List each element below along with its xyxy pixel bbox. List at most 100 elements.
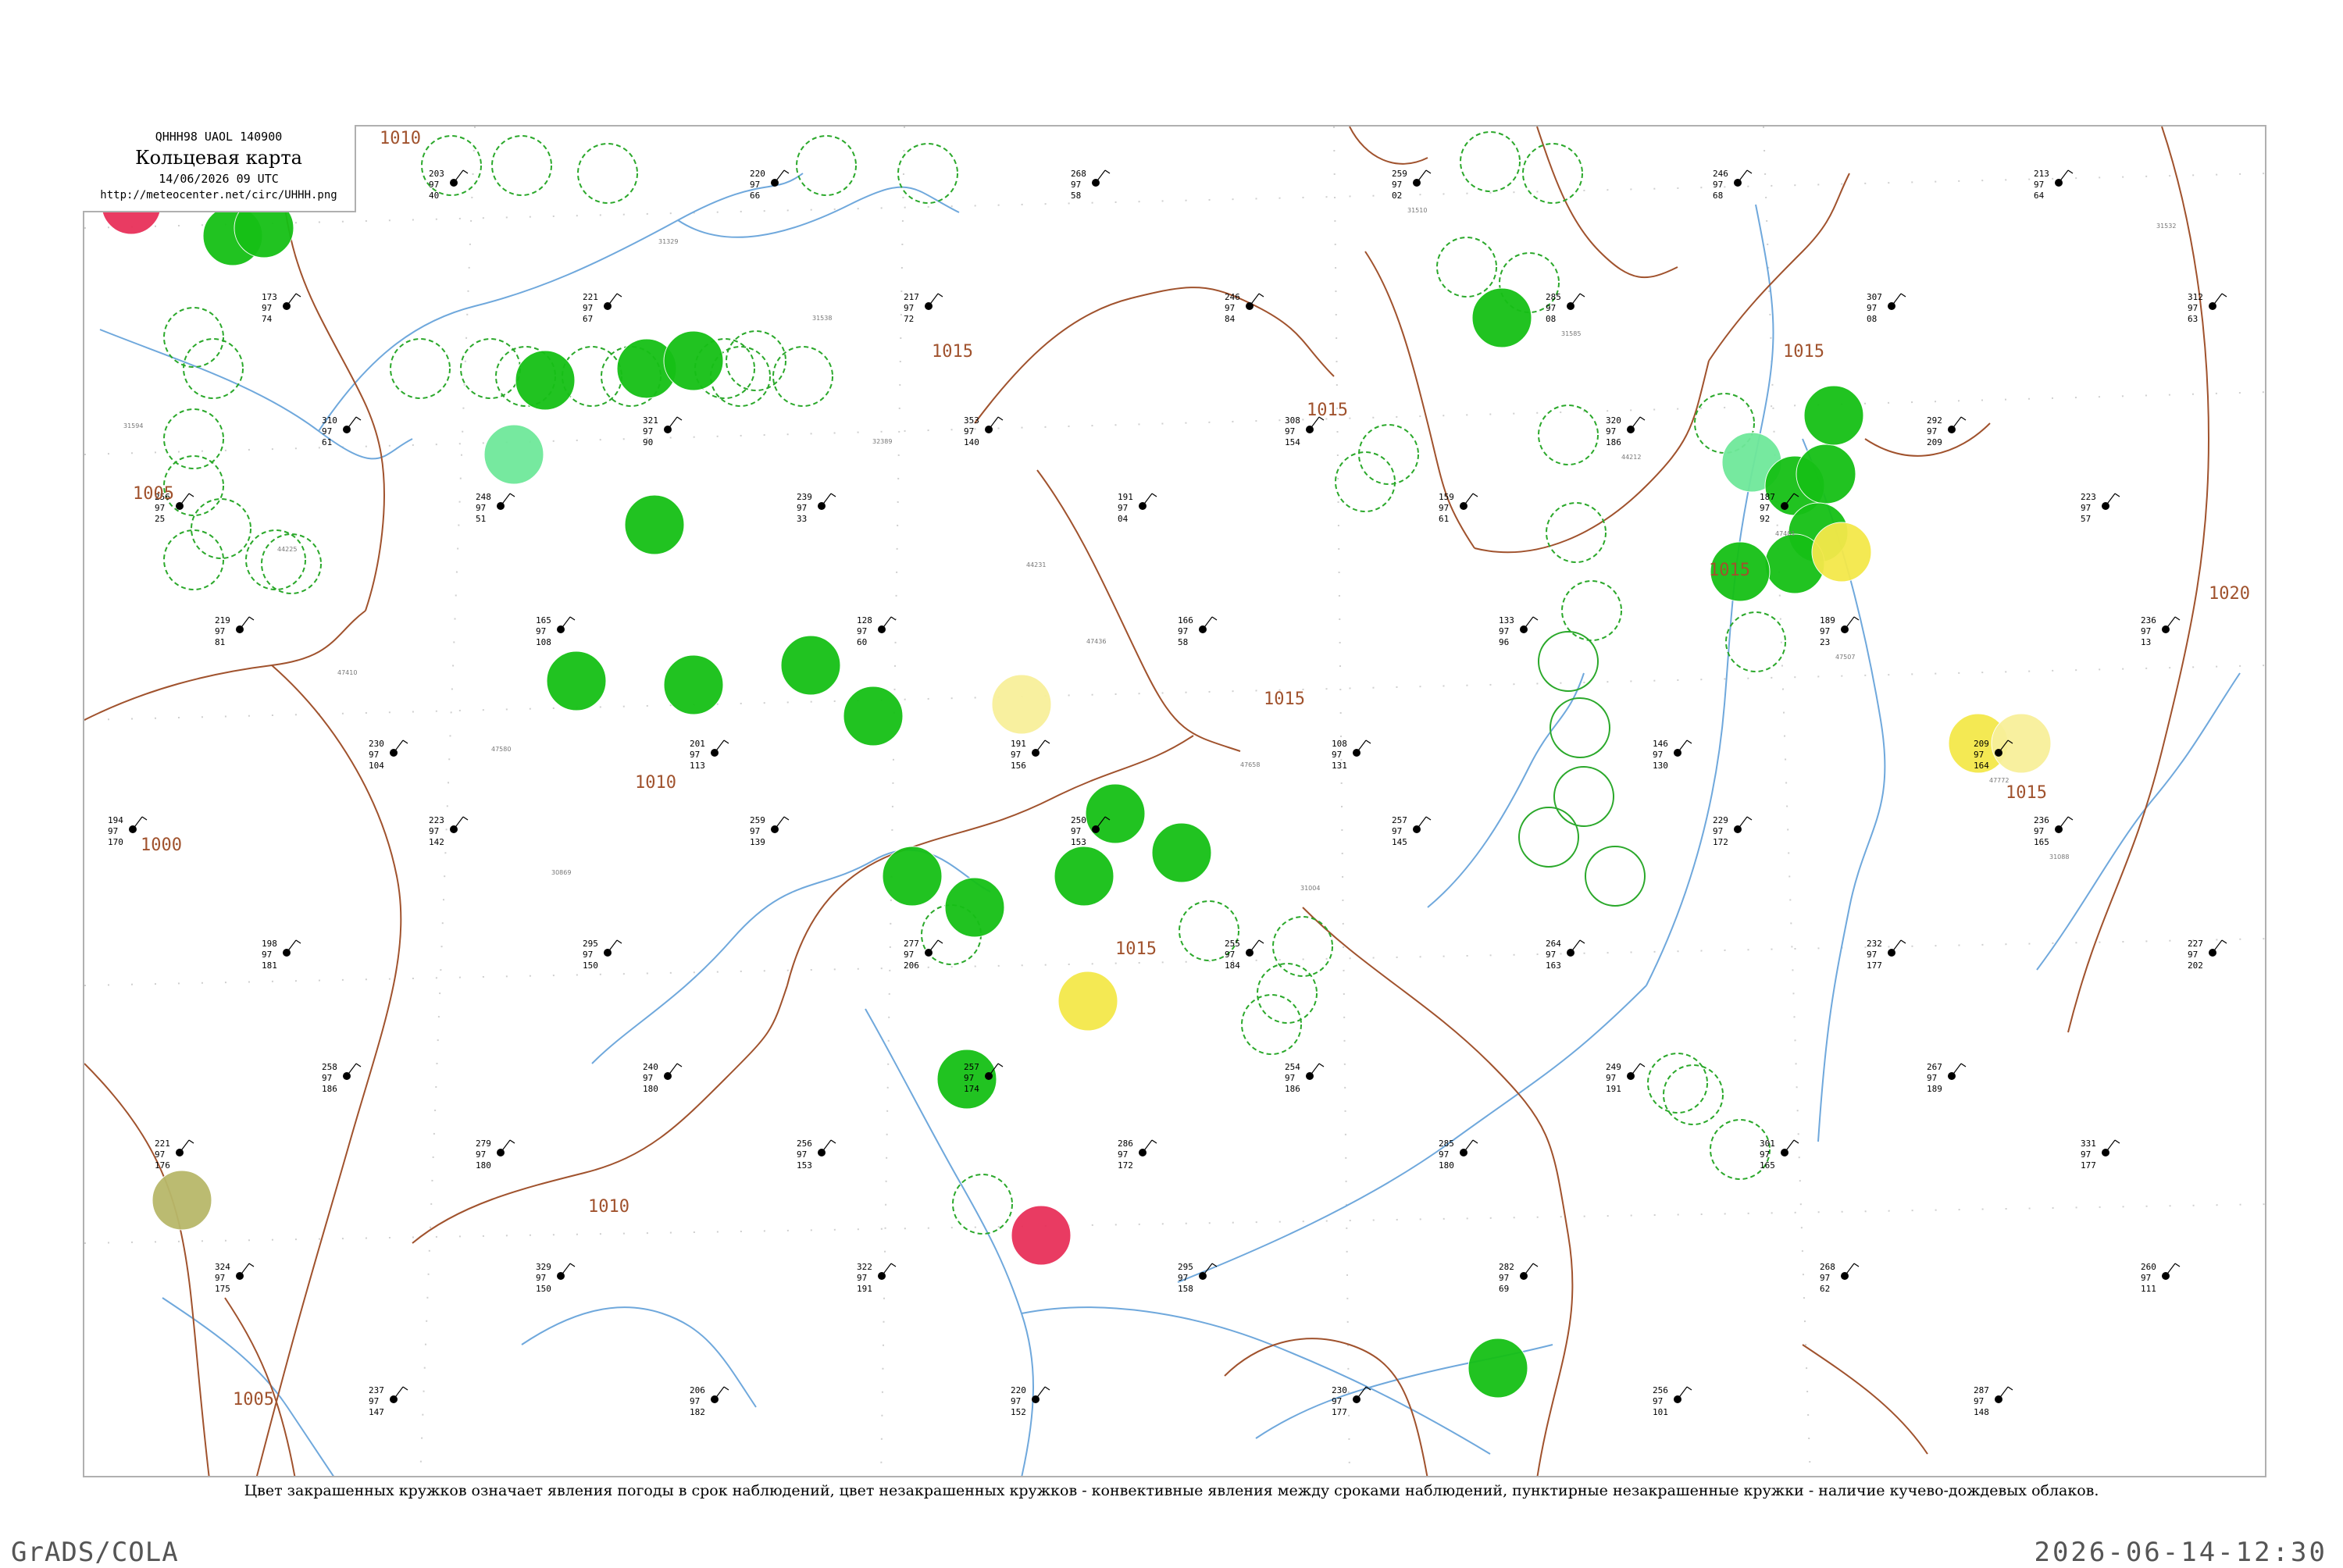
station-plot: 25497186: [1285, 1062, 1325, 1094]
wind-barb-feather: [1151, 1139, 1157, 1144]
station-plot: 2239757: [2081, 492, 2120, 524]
wind-barb-feather: [783, 816, 790, 821]
station-dewpoint: 97: [1071, 826, 1081, 836]
wind-barb: [2105, 493, 2116, 507]
station-plot: 23797147: [369, 1385, 408, 1417]
station-id: 30869: [551, 869, 571, 876]
station-pressure: 66: [750, 191, 760, 201]
wind-barb: [1142, 493, 1153, 507]
station-dewpoint: 97: [1760, 503, 1770, 513]
bulletin-code: QHHH98 UAOL 140900: [155, 130, 283, 144]
station-pressure: 177: [2081, 1160, 2096, 1171]
station-plot: 28597180: [1439, 1139, 1478, 1171]
wind-barb-feather: [937, 293, 943, 298]
isobar-label: 1015: [1783, 342, 1824, 362]
wind-barb: [1570, 293, 1581, 307]
station-temperature: 257: [964, 1062, 979, 1072]
wind-barb-feather: [1686, 739, 1692, 744]
station-plot: 22797202: [2188, 939, 2227, 971]
station-temperature: 230: [1332, 1385, 1347, 1395]
river: [1021, 1306, 1491, 1455]
wind-barb: [393, 1386, 404, 1400]
cumulonimbus-circle: [897, 143, 958, 204]
station-pressure: 172: [1713, 837, 1728, 847]
isobar-label: 1010: [635, 773, 676, 793]
station-id: 31088: [2049, 853, 2069, 861]
river: [162, 1297, 334, 1476]
cumulonimbus-circle: [1335, 451, 1396, 512]
station-pressure: 58: [1178, 637, 1188, 647]
station-pressure: 177: [1867, 960, 1882, 971]
station-dewpoint: 97: [1285, 426, 1295, 437]
river: [1177, 985, 1647, 1283]
generation-timestamp: 2026-06-14-12:30: [2034, 1537, 2327, 1568]
isobar-line: [2067, 127, 2210, 1033]
station-dewpoint: 97: [857, 626, 867, 636]
river: [1427, 672, 1585, 908]
station-dewpoint: 97: [262, 303, 272, 313]
station-plot: 29597158: [1178, 1262, 1218, 1294]
station-plot: 22097152: [1011, 1385, 1050, 1417]
station-id: 44231: [1026, 561, 1046, 568]
wind-barb: [821, 493, 832, 507]
station-plot: 25797145: [1392, 815, 1432, 847]
station-dewpoint: 97: [1499, 1273, 1509, 1283]
station-pressure: 191: [857, 1284, 872, 1294]
wind-barb: [1416, 169, 1427, 184]
station-pressure: 163: [1546, 960, 1561, 971]
station-temperature: 237: [369, 1385, 384, 1395]
wind-barb: [239, 1263, 250, 1277]
station-dewpoint: 97: [964, 1073, 974, 1083]
isobar-line: [1802, 1344, 1928, 1455]
station-pressure: 04: [1118, 514, 1129, 524]
station-plot: 2199781: [215, 615, 255, 647]
station-temperature: 321: [643, 415, 658, 426]
wind-barb-feather: [997, 1063, 1004, 1067]
station-plot: 1339796: [1499, 615, 1539, 647]
wind-barb-feather: [616, 939, 622, 944]
station-temperature: 108: [1332, 739, 1347, 749]
weather-marker-rain-green: [663, 330, 724, 391]
weather-marker-rain-green: [546, 650, 607, 711]
river: [2036, 672, 2241, 971]
station-temperature: 277: [904, 939, 919, 949]
station-dewpoint: 97: [476, 503, 486, 513]
wind-barb: [1095, 169, 1106, 184]
grid-line: [419, 127, 476, 1476]
isobar-line: [84, 1063, 210, 1476]
station-plots-layer: 1989739203974022097662689758259970224697…: [108, 169, 2227, 1417]
station-plot: 2829769: [1499, 1262, 1539, 1294]
station-temperature: 312: [2188, 292, 2203, 302]
weather-marker-rain-green: [515, 350, 576, 411]
wind-barb: [2165, 1263, 2176, 1277]
station-id: 31329: [658, 238, 678, 245]
station-dewpoint: 97: [2141, 626, 2151, 636]
station-pressure: 140: [964, 437, 979, 447]
wind-barb-feather: [1746, 169, 1753, 174]
isobar-line: [1474, 360, 1710, 554]
station-temperature: 255: [1225, 939, 1240, 949]
wind-barb: [2105, 1139, 2116, 1153]
wind-barb: [1844, 616, 1855, 630]
station-plot: 2469784: [1225, 292, 1264, 324]
weather-markers-layer: [101, 174, 2052, 1399]
station-plot: 25997139: [750, 815, 790, 847]
station-temperature: 194: [108, 815, 123, 825]
wind-barb-feather: [937, 939, 943, 944]
station-temperature: 189: [1820, 615, 1835, 625]
station-dewpoint: 97: [2188, 950, 2198, 960]
wind-barb: [1249, 293, 1260, 307]
station-dewpoint: 97: [369, 1396, 379, 1406]
station-temperature: 324: [215, 1262, 230, 1272]
station-temperature: 232: [1867, 939, 1882, 949]
wind-barb-feather: [676, 1063, 683, 1067]
wind-barb: [1677, 1386, 1688, 1400]
station-dewpoint: 97: [322, 426, 332, 437]
map-url[interactable]: http://meteocenter.net/circ/UHHH.png: [83, 189, 355, 201]
weather-marker-fog-yellow: [1057, 971, 1118, 1032]
station-temperature: 236: [2034, 815, 2049, 825]
isobar-label: 1010: [380, 129, 421, 148]
wind-barb-feather: [2174, 1263, 2181, 1267]
station-plot: 2369713: [2141, 615, 2181, 647]
wind-barb-feather: [997, 416, 1004, 421]
